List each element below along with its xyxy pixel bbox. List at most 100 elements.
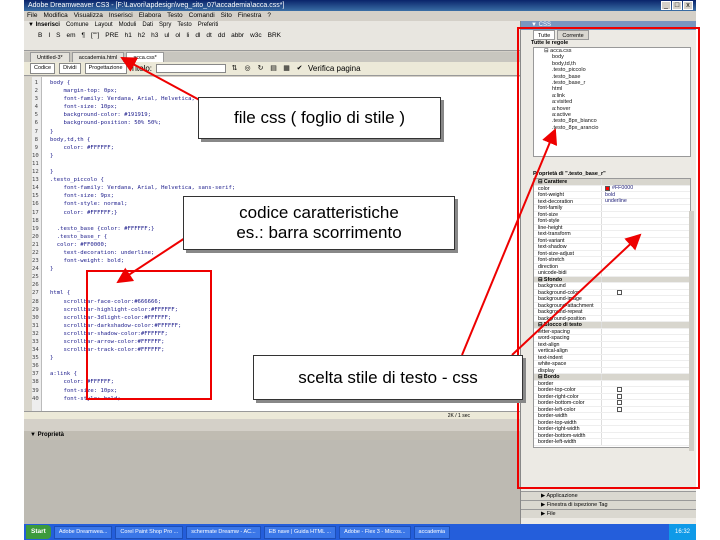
download-size: 2K / 1 sec <box>447 413 470 419</box>
definition-desc-icon[interactable]: dd <box>218 30 225 42</box>
validate-page-label[interactable]: Verifica pagina <box>308 64 360 73</box>
heading2-icon[interactable]: h2 <box>138 30 145 42</box>
taskbar-item[interactable]: Adobe - Flex 3 - Micros... <box>339 525 411 539</box>
menu-visualizza[interactable]: Visualizza <box>74 11 103 21</box>
properties-panel-header[interactable]: ▼ Proprietà <box>24 431 520 440</box>
taskbar-item[interactable]: accademia <box>413 525 451 539</box>
menu-elabora[interactable]: Elabora <box>139 11 161 21</box>
split-view-button[interactable]: Dividi <box>59 63 81 74</box>
insert-tab-spry[interactable]: Spry <box>159 21 171 30</box>
code-text: .testo_piccolo { <box>50 177 104 184</box>
ordered-list-icon[interactable]: ol <box>175 30 180 42</box>
heading1-icon[interactable]: h1 <box>125 30 132 42</box>
window-title-bar: Adobe Dreamweaver CS3 - [F:\Lavori\apdes… <box>24 0 696 11</box>
taskbar-item[interactable]: schermate Dreamw - AC... <box>186 525 261 539</box>
emphasis-icon[interactable]: em <box>67 30 76 42</box>
menu-comandi[interactable]: Comandi <box>189 11 215 21</box>
menu-sito[interactable]: Sito <box>221 11 232 21</box>
callout-style-choice: scelta stile di testo - css <box>253 355 523 400</box>
definition-term-icon[interactable]: dt <box>206 30 211 42</box>
validate-icon[interactable]: ✔ <box>295 64 304 74</box>
abbreviation-icon[interactable]: abbr <box>231 30 244 42</box>
insert-tab-layout[interactable]: Layout <box>95 21 113 30</box>
line-number: 38 <box>32 379 39 386</box>
maximize-button[interactable]: □ <box>672 1 682 10</box>
taskbar-item[interactable]: Corel Paint Shop Pro ... <box>115 525 184 539</box>
bold-icon[interactable]: B <box>38 30 42 42</box>
code-line: 1 body { <box>32 79 235 87</box>
blockquote-icon[interactable]: [""] <box>91 30 99 42</box>
panel-applicazione[interactable]: ▶ Applicazione <box>521 491 696 500</box>
menu-inserisci[interactable]: Inserisci <box>109 11 133 21</box>
view-options-icon[interactable]: ▤ <box>269 64 278 74</box>
insert-tab-preferiti[interactable]: Preferiti <box>198 21 219 30</box>
code-text: } <box>50 128 54 135</box>
panel-tag-inspector[interactable]: ▶ Finestra di ispezione Tag <box>521 500 696 509</box>
doc-tab-acca-css[interactable]: acca.css* <box>126 52 164 62</box>
line-number: 9 <box>34 144 38 151</box>
properties-label: ▼ Proprietà <box>30 432 64 438</box>
code-line: 22 text-decoration: underline; <box>32 249 235 257</box>
insert-tabs: ▼ Inserisci Comune Layout Moduli Dati Sp… <box>24 21 520 30</box>
acronym-icon[interactable]: w3c <box>250 30 262 42</box>
title-label: Titolo: <box>130 64 153 73</box>
line-number: 1 <box>34 80 38 86</box>
code-view-button[interactable]: Codice <box>30 63 56 74</box>
menu-testo[interactable]: Testo <box>167 11 183 21</box>
insert-bar-title[interactable]: ▼ Inserisci <box>28 21 60 30</box>
doc-tab-untitled[interactable]: Untitled-3* <box>30 52 70 62</box>
refresh-icon[interactable]: ↻ <box>256 64 265 74</box>
visual-aids-icon[interactable]: ▦ <box>282 64 291 74</box>
unordered-list-icon[interactable]: ul <box>164 30 169 42</box>
collapsed-panels: ▶ Applicazione ▶ Finestra di ispezione T… <box>521 491 696 518</box>
start-button[interactable]: Start <box>26 525 51 539</box>
line-number: 5 <box>34 112 38 119</box>
insert-tab-testo[interactable]: Testo <box>177 21 191 30</box>
line-number: 25 <box>32 274 39 281</box>
file-management-icon[interactable]: ⇅ <box>230 64 239 74</box>
strong-icon[interactable]: S <box>56 30 60 42</box>
line-number: 32 <box>32 330 39 337</box>
italic-icon[interactable]: I <box>48 30 50 42</box>
line-number: 8 <box>34 136 38 143</box>
design-view-button[interactable]: Progettazione <box>84 63 127 74</box>
panel-file[interactable]: ▶ File <box>521 509 696 518</box>
close-button[interactable]: x <box>683 1 693 10</box>
characters-icon[interactable]: BRK <box>268 30 281 42</box>
title-input[interactable] <box>156 64 227 73</box>
code-text: font-family: Verdana, Arial, Helvetica, … <box>50 185 236 192</box>
insert-tab-dati[interactable]: Dati <box>142 21 153 30</box>
insert-tab-comune[interactable]: Comune <box>66 21 89 30</box>
heading3-icon[interactable]: h3 <box>151 30 158 42</box>
document-toolbar: Codice Dividi Progettazione Titolo: ⇅ ◎ … <box>24 62 520 76</box>
list-item-icon[interactable]: li <box>186 30 189 42</box>
menu-finestra[interactable]: Finestra <box>238 11 261 21</box>
code-text: margin-top: 0px; <box>50 88 118 95</box>
code-line: 10} <box>32 152 235 160</box>
insert-bar: ▼ Inserisci Comune Layout Moduli Dati Sp… <box>24 21 520 51</box>
line-number: 3 <box>34 96 38 103</box>
minimize-button[interactable]: _ <box>661 1 671 10</box>
doc-tab-accademia[interactable]: accademia.html <box>71 52 125 62</box>
preformatted-icon[interactable]: PRE <box>105 30 118 42</box>
insert-tab-moduli[interactable]: Moduli <box>119 21 137 30</box>
taskbar-item[interactable]: EB nave | Guida HTML ... <box>263 525 337 539</box>
insert-text-icons: B I S em ¶ [""] PRE h1 h2 h3 ul ol li dl… <box>24 30 520 42</box>
code-text: font-weight: bold; <box>50 258 125 265</box>
definition-list-icon[interactable]: dl <box>195 30 200 42</box>
preview-icon[interactable]: ◎ <box>243 64 252 74</box>
menu-help[interactable]: ? <box>267 11 271 21</box>
code-text: } <box>50 169 54 176</box>
line-number: 12 <box>32 169 39 176</box>
paragraph-icon[interactable]: ¶ <box>82 30 86 42</box>
taskbar-item[interactable]: Adobe Dreamwea... <box>53 525 113 539</box>
line-number: 33 <box>32 339 39 345</box>
line-number: 2 <box>34 88 38 95</box>
code-text: font-style: normal; <box>50 201 128 208</box>
code-text: font-family: Verdana, Arial, Helvetica; <box>50 96 195 103</box>
code-text: body,td,th { <box>50 136 91 143</box>
menu-file[interactable]: File <box>27 11 37 21</box>
menu-modifica[interactable]: Modifica <box>43 11 67 21</box>
